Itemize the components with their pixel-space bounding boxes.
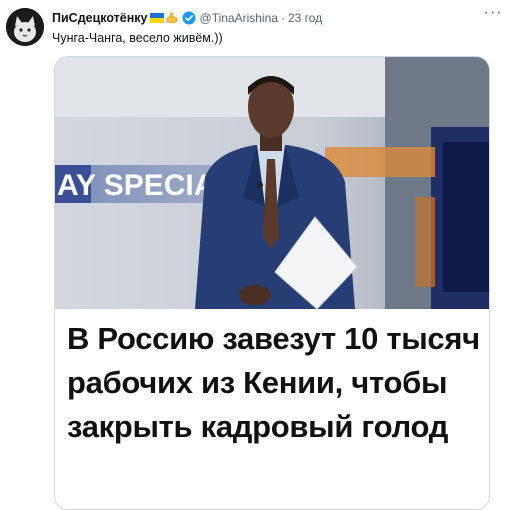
ukraine-flag-icon — [149, 13, 164, 23]
tweet-timestamp[interactable]: 23 год — [288, 11, 322, 25]
separator-dot: · — [280, 11, 285, 25]
more-options-icon[interactable]: ··· — [482, 5, 504, 24]
flexed-biceps-icon — [165, 11, 179, 25]
user-handle[interactable]: @TinaArishina — [200, 11, 278, 25]
card-headline: В Россию завезут 10 тысяч рабочих из Кен… — [67, 321, 480, 444]
cat-avatar-icon — [6, 8, 44, 46]
tweet-header: ПиСдецкотёнку @TinaArishina · 23 год — [52, 9, 322, 27]
tweet-text: Чунга-Чанга, весело живём.)) — [52, 31, 223, 45]
avatar[interactable] — [6, 8, 44, 46]
news-photo[interactable]: AY SPECIA — [55, 57, 489, 309]
verified-badge-icon — [182, 11, 196, 25]
display-name[interactable]: ПиСдецкотёнку — [52, 11, 148, 25]
media-card[interactable]: AY SPECIA В Россию завезут 10 тысяч рабо… — [54, 56, 490, 510]
banner-text: AY SPECIA — [57, 169, 215, 202]
